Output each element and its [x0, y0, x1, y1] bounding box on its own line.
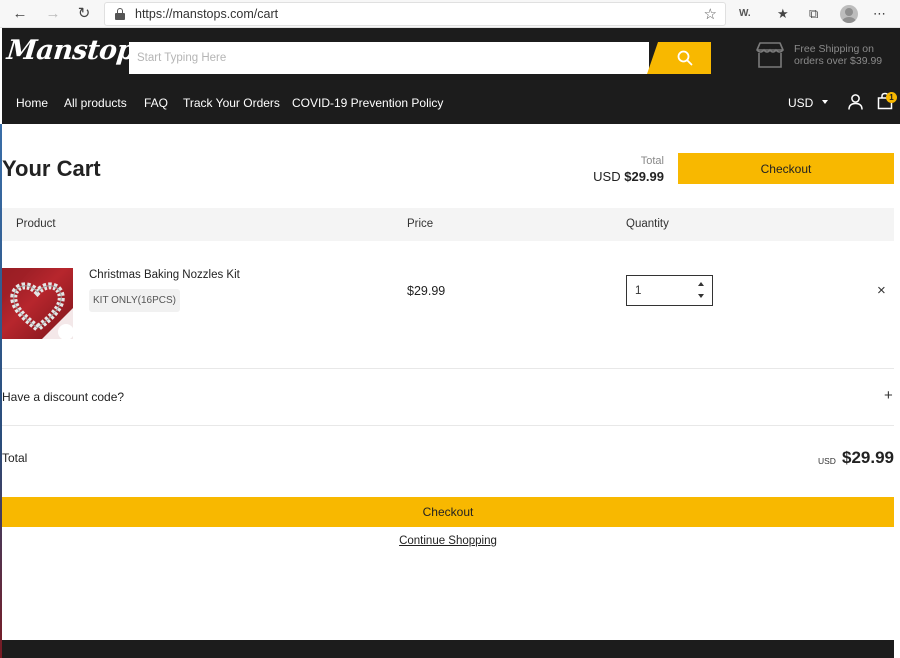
favorites-icon[interactable]: ★ [777, 5, 789, 23]
nav-track-orders[interactable]: Track Your Orders [183, 96, 280, 110]
extension-button[interactable]: W. [739, 5, 751, 23]
currency-selector[interactable]: USD [788, 96, 813, 110]
divider [2, 425, 894, 426]
quantity-input[interactable] [627, 276, 687, 305]
plus-icon[interactable]: + [884, 388, 893, 404]
search-button[interactable] [647, 42, 711, 74]
cart-total-label: Total [640, 155, 664, 167]
remove-item-icon[interactable]: × [877, 283, 886, 299]
nav-home[interactable]: Home [16, 96, 48, 110]
product-price: $29.99 [407, 284, 446, 298]
collections-icon[interactable]: ⧉ [809, 5, 818, 23]
shipping-line-2: orders over $39.99 [794, 55, 883, 67]
page-title: Your Cart [2, 156, 101, 181]
chevron-down-icon [822, 100, 828, 104]
site-footer [2, 640, 894, 658]
search-box [129, 42, 649, 74]
arrow-left-icon[interactable]: ← [10, 4, 30, 24]
product-name[interactable]: Christmas Baking Nozzles Kit [89, 269, 240, 281]
reload-icon[interactable]: ↻ [74, 4, 94, 24]
lock-icon [115, 8, 125, 20]
cart-count-badge: 1 [886, 92, 897, 103]
search-input[interactable] [129, 42, 649, 74]
checkout-button-bottom[interactable]: Checkout [2, 497, 894, 527]
quantity-increase-icon[interactable] [698, 282, 704, 286]
cart-total-currency: USD [593, 169, 621, 184]
heart-nozzles-image [2, 268, 73, 339]
store-header: Manstops Free Shipping on orders over $3… [2, 28, 900, 124]
quantity-stepper [626, 275, 713, 306]
order-total-amount: $29.99 [842, 448, 894, 467]
search-icon [677, 50, 693, 66]
window-edge [0, 124, 2, 658]
browser-toolbar: ← → ↻ https://manstops.com/cart ☆ W. ★ ⧉… [0, 0, 900, 28]
ellipsis-icon[interactable]: ⋯ [873, 5, 886, 23]
order-total-currency: USD [818, 456, 836, 466]
quantity-decrease-icon[interactable] [698, 294, 704, 298]
column-product: Product [16, 218, 56, 230]
nav-all-products[interactable]: All products [64, 96, 127, 110]
shipping-line-1: Free Shipping on [794, 43, 874, 55]
shipping-notice: Free Shipping on orders over $39.99 [794, 43, 894, 67]
column-quantity: Quantity [626, 218, 669, 230]
store-icon [756, 42, 784, 68]
cart-total-value: USD $29.99 [593, 169, 664, 184]
user-icon[interactable] [848, 94, 863, 110]
star-icon[interactable]: ☆ [704, 5, 717, 23]
url-text[interactable]: https://manstops.com/cart [135, 7, 278, 21]
cart-table-header: Product Price Quantity [2, 208, 894, 241]
profile-avatar[interactable] [840, 5, 858, 23]
column-price: Price [407, 218, 434, 230]
cart-total-amount: $29.99 [624, 169, 664, 184]
divider [2, 368, 894, 369]
checkout-button-top[interactable]: Checkout [678, 153, 894, 184]
arrow-right-icon[interactable]: → [43, 4, 63, 24]
product-image[interactable] [2, 268, 73, 339]
order-total-label: Total [2, 451, 28, 465]
discount-code-toggle[interactable]: Have a discount code? [2, 390, 124, 404]
product-variant: KIT ONLY(16PCS) [89, 289, 180, 312]
nav-covid-policy[interactable]: COVID-19 Prevention Policy [292, 96, 443, 110]
nav-faq[interactable]: FAQ [144, 96, 168, 110]
continue-shopping-link[interactable]: Continue Shopping [0, 535, 896, 547]
address-bar[interactable]: https://manstops.com/cart ☆ [104, 2, 726, 26]
